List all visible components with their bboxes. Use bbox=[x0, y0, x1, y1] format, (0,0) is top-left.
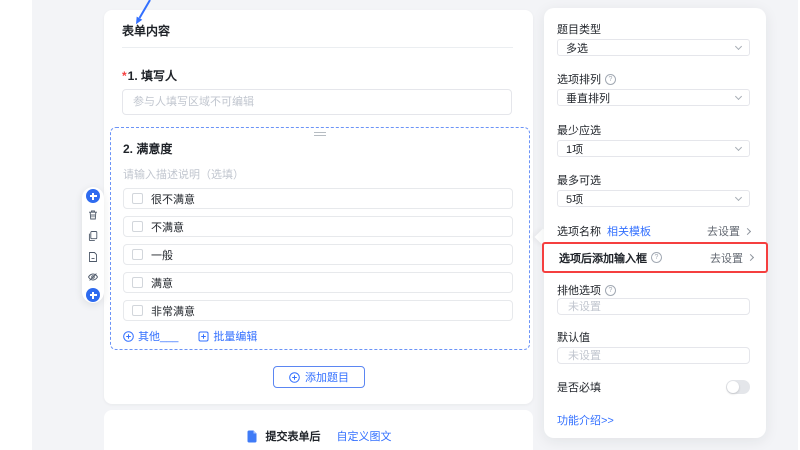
question1-label: *1. 填写人 bbox=[122, 67, 177, 84]
copy-icon[interactable] bbox=[87, 230, 99, 242]
option-label: 一般 bbox=[151, 249, 173, 262]
option-name-label: 选项名称 bbox=[557, 226, 601, 238]
input-after-option-label: 选项后添加输入框 bbox=[559, 252, 647, 265]
min-select-select[interactable]: 1项 bbox=[557, 140, 750, 157]
toggle-knob bbox=[727, 381, 739, 393]
question-circle-icon[interactable]: ? bbox=[605, 284, 616, 296]
option-row[interactable]: 一般 bbox=[123, 244, 513, 265]
max-select-label: 最多可选 bbox=[557, 175, 601, 187]
after-submit-row: 提交表单后 自定义图文 bbox=[104, 410, 533, 444]
add-below-icon[interactable] bbox=[86, 288, 100, 302]
min-select-value: 1项 bbox=[566, 143, 584, 156]
question-type-label: 题目类型 bbox=[557, 24, 601, 36]
question-type-select[interactable]: 多选 bbox=[557, 39, 750, 56]
option-row[interactable]: 不满意 bbox=[123, 216, 513, 237]
option-arrangement-label-text: 选项排列 bbox=[557, 74, 601, 86]
square-plus-icon bbox=[198, 331, 209, 341]
form-canvas: 表单内容 *1. 填写人 2. 满意度 请输入描述说明（选填） 很不满意 不满意… bbox=[104, 10, 533, 404]
max-select-select[interactable]: 5项 bbox=[557, 190, 750, 207]
question-type-value: 多选 bbox=[566, 42, 588, 55]
selected-question-container[interactable]: 2. 满意度 请输入描述说明（选填） 很不满意 不满意 一般 满意 非常满意 其… bbox=[110, 127, 530, 350]
drag-handle-icon[interactable] bbox=[314, 132, 326, 136]
add-other-option-link[interactable]: 其他___ bbox=[123, 328, 178, 344]
default-value-input[interactable] bbox=[557, 347, 750, 364]
form-builder-app: 表单内容 *1. 填写人 2. 满意度 请输入描述说明（选填） 很不满意 不满意… bbox=[0, 0, 800, 450]
submit-after-label: 提交表单后 bbox=[265, 431, 321, 443]
chevron-down-icon bbox=[734, 92, 743, 101]
chevron-down-icon bbox=[734, 143, 743, 152]
chevron-down-icon bbox=[734, 193, 743, 202]
delete-icon[interactable] bbox=[87, 209, 99, 221]
question-settings-panel: 题目类型 多选 选项排列 ? 垂直排列 最少应选 1项 最多可选 5项 选项名称… bbox=[542, 8, 768, 438]
exclusive-option-label-text: 排他选项 bbox=[557, 285, 601, 297]
question2-description-placeholder[interactable]: 请输入描述说明（选填） bbox=[123, 166, 244, 182]
input-after-option-row-highlighted: 选项后添加输入框 ? 去设置 bbox=[542, 242, 768, 273]
required-asterisk: * bbox=[122, 69, 127, 83]
related-template-link[interactable]: 相关模板 bbox=[607, 223, 651, 239]
required-toggle[interactable] bbox=[726, 380, 750, 394]
exclusive-option-label: 排他选项 ? bbox=[557, 282, 616, 298]
min-select-label: 最少应选 bbox=[557, 125, 601, 137]
document-icon bbox=[247, 430, 256, 442]
filler-input[interactable] bbox=[122, 89, 512, 115]
max-select-value: 5项 bbox=[566, 193, 584, 206]
checkbox-icon[interactable] bbox=[132, 221, 143, 232]
required-row: 是否必填 bbox=[557, 379, 750, 395]
option-label: 满意 bbox=[151, 277, 173, 290]
save-template-icon[interactable] bbox=[87, 251, 99, 263]
option-label: 不满意 bbox=[151, 221, 184, 234]
option-name-row: 选项名称 相关模板 去设置 bbox=[557, 223, 752, 239]
feature-intro-link[interactable]: 功能介绍>> bbox=[557, 412, 614, 428]
question-circle-icon[interactable]: ? bbox=[651, 252, 662, 263]
option-tools-row: 其他___ 批量编辑 bbox=[123, 328, 257, 344]
question-toolbar bbox=[82, 187, 104, 303]
circle-plus-icon bbox=[123, 330, 134, 342]
option-name-goset[interactable]: 去设置 bbox=[707, 223, 752, 239]
option-label: 很不满意 bbox=[151, 193, 195, 206]
checkbox-icon[interactable] bbox=[132, 193, 143, 204]
question2-label: 2. 满意度 bbox=[123, 142, 173, 156]
checkbox-icon[interactable] bbox=[132, 277, 143, 288]
option-row[interactable]: 非常满意 bbox=[123, 300, 513, 321]
add-above-icon[interactable] bbox=[86, 189, 100, 203]
after-submit-section: 提交表单后 自定义图文 bbox=[104, 410, 533, 450]
option-label: 非常满意 bbox=[151, 305, 195, 318]
default-value-label: 默认值 bbox=[557, 332, 590, 344]
batch-edit-label: 批量编辑 bbox=[213, 331, 258, 343]
option-arrangement-value: 垂直排列 bbox=[566, 92, 610, 105]
add-question-label: 添加题目 bbox=[305, 372, 349, 384]
custom-content-link[interactable]: 自定义图文 bbox=[337, 428, 392, 444]
chevron-right-icon bbox=[746, 253, 755, 262]
goset-label: 去设置 bbox=[707, 226, 740, 238]
hide-icon[interactable] bbox=[87, 271, 99, 283]
circle-plus-icon bbox=[289, 371, 300, 383]
required-label: 是否必填 bbox=[557, 382, 601, 394]
batch-edit-link[interactable]: 批量编辑 bbox=[198, 328, 257, 344]
annotation-arrow bbox=[136, 0, 151, 25]
checkbox-icon[interactable] bbox=[132, 305, 143, 316]
option-row[interactable]: 满意 bbox=[123, 272, 513, 293]
exclusive-option-input[interactable] bbox=[557, 298, 750, 315]
option-arrangement-label: 选项排列 ? bbox=[557, 71, 616, 87]
add-question-button[interactable]: 添加题目 bbox=[273, 366, 365, 388]
goset-label: 去设置 bbox=[710, 252, 743, 265]
option-row[interactable]: 很不满意 bbox=[123, 188, 513, 209]
chevron-right-icon bbox=[743, 227, 752, 235]
question-circle-icon[interactable]: ? bbox=[605, 73, 616, 85]
checkbox-icon[interactable] bbox=[132, 249, 143, 260]
input-after-option-goset[interactable]: 去设置 bbox=[710, 250, 755, 266]
option-arrangement-select[interactable]: 垂直排列 bbox=[557, 89, 750, 106]
divider bbox=[122, 47, 513, 48]
question1-label-text: 1. 填写人 bbox=[127, 69, 178, 83]
chevron-down-icon bbox=[734, 42, 743, 51]
other-option-label: 其他___ bbox=[138, 331, 179, 343]
